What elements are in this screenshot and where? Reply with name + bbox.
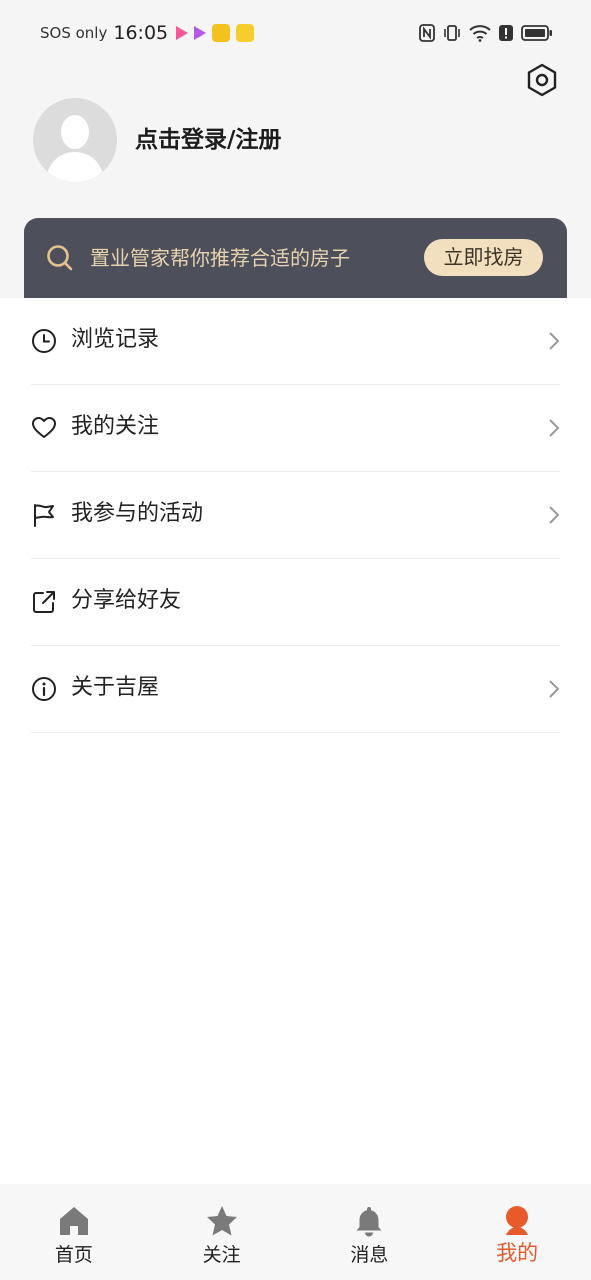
- menu-item-label: 关于吉屋: [71, 675, 160, 700]
- find-house-button[interactable]: 立即找房: [424, 239, 543, 276]
- home-icon: [59, 1207, 88, 1235]
- heart-icon: [32, 417, 56, 438]
- tab-home[interactable]: 首页: [0, 1184, 148, 1280]
- battery-icon: [521, 25, 552, 41]
- menu-item-favorites[interactable]: 我的关注: [31, 385, 560, 472]
- status-left: SOS only 16:05: [40, 20, 260, 46]
- tab-label: 关注: [202, 1244, 241, 1266]
- chevron-right-icon: [549, 680, 560, 698]
- menu-item-label: 我的关注: [71, 414, 160, 439]
- tab-label: 首页: [54, 1244, 93, 1266]
- tab-follow[interactable]: 关注: [148, 1184, 296, 1280]
- notification-app-icon-2: [236, 24, 255, 42]
- menu-list: 浏览记录 我的关注 我参与的活动 分享给好友 关于吉屋: [0, 298, 591, 733]
- menu-item-label: 分享给好友: [71, 588, 182, 613]
- tab-label: 我的: [496, 1241, 539, 1265]
- tab-mine[interactable]: 我的: [443, 1184, 591, 1280]
- menu-item-about[interactable]: 关于吉屋: [31, 646, 560, 733]
- chevron-right-icon: [549, 506, 560, 524]
- menu-item-share[interactable]: 分享给好友: [31, 559, 560, 646]
- flag-icon: [34, 504, 54, 527]
- avatar[interactable]: [33, 98, 117, 182]
- tab-messages[interactable]: 消息: [296, 1184, 444, 1280]
- settings-icon[interactable]: [525, 63, 559, 97]
- notification-app-icon: [212, 24, 231, 42]
- nfc-icon: [419, 24, 435, 42]
- avatar-placeholder-icon: [33, 98, 117, 182]
- person-icon: [506, 1206, 529, 1235]
- menu-item-activities[interactable]: 我参与的活动: [31, 472, 560, 559]
- menu-item-label: 浏览记录: [71, 327, 160, 352]
- wifi-icon: [469, 25, 491, 42]
- menu-item-label: 我参与的活动: [71, 501, 204, 526]
- video-app-icon-2: [194, 26, 207, 40]
- carrier-text: SOS only: [40, 24, 108, 42]
- banner-text: 置业管家帮你推荐合适的房子: [90, 246, 350, 270]
- bottom-tab-bar: 首页 关注 消息 我的: [0, 1184, 591, 1280]
- bell-icon: [356, 1207, 382, 1237]
- status-right: [419, 22, 553, 44]
- vibrate-icon: [444, 25, 460, 41]
- chevron-right-icon: [549, 332, 560, 350]
- star-icon: [206, 1206, 237, 1236]
- clock-icon: [32, 329, 56, 353]
- status-bar: SOS only 16:05: [0, 0, 591, 64]
- login-register-link[interactable]: 点击登录/注册: [135, 124, 281, 156]
- chevron-right-icon: [549, 419, 560, 437]
- app-root: SOS only 16:05 点击登录/注册 置业管家帮你推荐合适的房子 立即找…: [0, 0, 591, 1280]
- video-app-icon: [176, 26, 189, 40]
- search-icon: [47, 245, 73, 271]
- alert-icon: [499, 25, 513, 41]
- housing-advisor-banner[interactable]: 置业管家帮你推荐合适的房子 立即找房: [24, 218, 567, 298]
- menu-item-history[interactable]: 浏览记录: [31, 298, 560, 385]
- share-icon: [33, 591, 55, 613]
- info-icon: [32, 677, 56, 701]
- status-time: 16:05: [113, 22, 169, 44]
- tab-label: 消息: [350, 1244, 389, 1266]
